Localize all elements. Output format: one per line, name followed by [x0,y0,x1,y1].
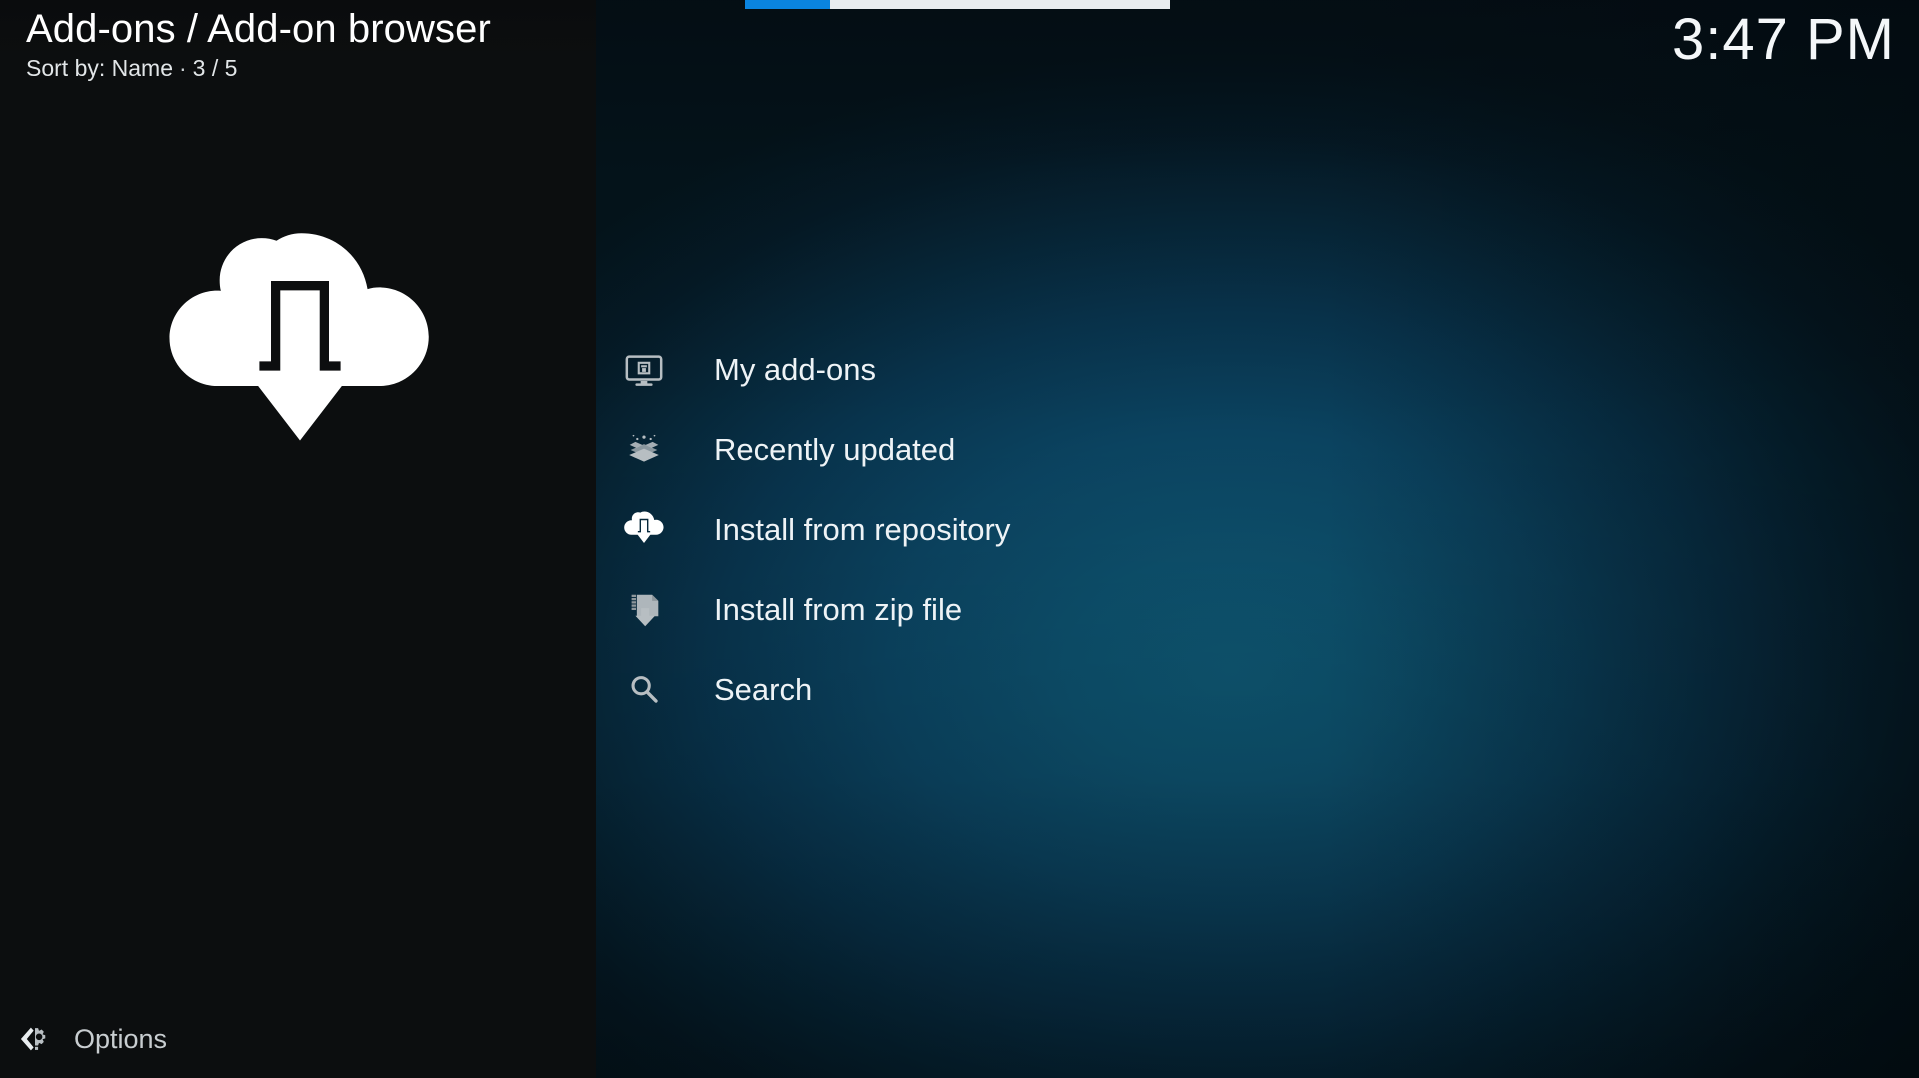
clock: 3:47 PM [1672,7,1895,72]
menu-item-recently-updated[interactable]: Recently updated [620,410,1320,490]
options-label: Options [74,1024,168,1054]
progress-bar-track [745,0,1170,9]
header-separator: · [179,55,187,81]
magnifier-icon [620,666,668,714]
zip-file-download-icon [620,586,668,634]
open-box-icon [620,426,668,474]
menu-item-label: Recently updated [714,432,956,467]
progress-bar-fill [745,0,830,9]
menu-item-install-from-zip-file[interactable]: Install from zip file [620,570,1320,650]
sort-label: Sort by: Name [26,55,173,81]
addon-browser-menu: My add-ons Recently updated Install from… [620,330,1320,730]
options-bar[interactable]: Options [0,1000,596,1078]
menu-item-label: Install from repository [714,512,1011,547]
menu-item-search[interactable]: Search [620,650,1320,730]
item-position: 3 / 5 [192,55,238,81]
page-title: Add-ons / Add-on browser [26,7,491,51]
kodi-addon-browser-screen: Add-ons / Add-on browser Sort by: Name · 3… [0,0,1919,1078]
menu-item-install-from-repository[interactable]: Install from repository [620,490,1320,570]
menu-item-label: Install from zip file [714,592,963,627]
sidebar-panel: Add-ons / Add-on browser Sort by: Name · 3… [0,0,596,1078]
options-gear-icon [13,1017,57,1061]
header: Add-ons / Add-on browser Sort by: Name · 3… [26,6,586,82]
cloud-download-icon [155,210,445,500]
header-subtitle: Sort by: Name · 3 / 5 [26,54,586,82]
menu-item-my-add-ons[interactable]: My add-ons [620,330,1320,410]
menu-item-label: Search [714,672,813,707]
cloud-download-icon [620,506,668,554]
menu-item-label: My add-ons [714,352,876,387]
monitor-addons-icon [620,346,668,394]
